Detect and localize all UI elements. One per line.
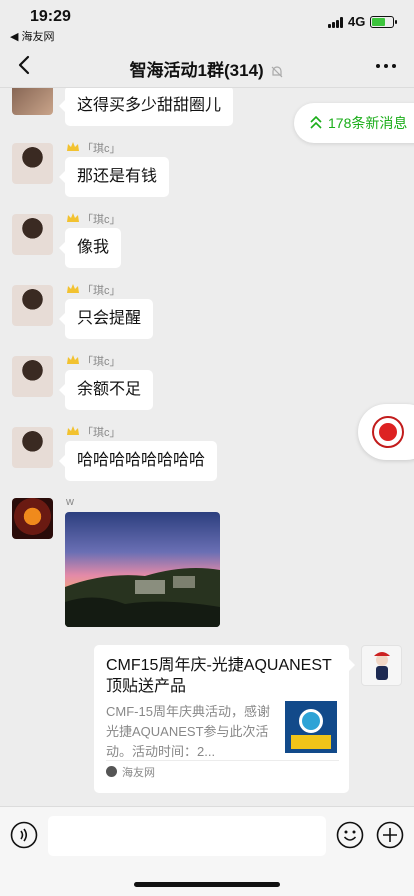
message-bubble[interactable]: 哈哈哈哈哈哈哈哈	[58, 441, 218, 481]
sender-name: w	[66, 496, 74, 508]
chat-title-wrap: 智海活动1群(314)	[0, 56, 414, 81]
floating-app-button[interactable]	[358, 404, 414, 460]
avatar[interactable]	[12, 214, 53, 255]
sender-name: 「琪c」	[66, 140, 121, 156]
link-card-description: CMF-15周年庆典活动，感谢光捷AQUANEST参与此次活动。活动时间：2..…	[106, 704, 270, 759]
photo-message[interactable]	[65, 512, 220, 627]
status-bar: 19:29 ◀ 海友网 4G	[0, 0, 414, 44]
link-card-thumbnail	[285, 701, 337, 753]
voice-icon[interactable]	[10, 821, 38, 849]
home-indicator[interactable]	[134, 882, 280, 887]
new-messages-pill[interactable]: 178条新消息	[294, 103, 414, 143]
network-type: 4G	[348, 14, 366, 29]
my-avatar[interactable]	[361, 645, 402, 686]
app-logo-icon	[372, 416, 404, 448]
avatar[interactable]	[12, 427, 53, 468]
link-card[interactable]: CMF15周年庆-光捷AQUANEST顶贴送产品 CMF-15周年庆典活动，感谢…	[94, 645, 355, 793]
crown-icon	[67, 213, 79, 222]
crown-icon	[67, 426, 79, 435]
message-bubble[interactable]: 像我	[58, 228, 122, 268]
more-dots-icon[interactable]	[374, 56, 398, 76]
message-bubble[interactable]: 那还是有钱	[58, 157, 170, 197]
sender-name: 「琪c」	[66, 211, 121, 227]
source-icon	[106, 766, 117, 777]
back-to-app-link[interactable]: ◀ 海友网	[10, 28, 55, 44]
crown-icon	[67, 142, 79, 151]
sender-name: 「琪c」	[66, 424, 121, 440]
crown-icon	[67, 284, 79, 293]
link-card-title: CMF15周年庆-光捷AQUANEST顶贴送产品	[106, 657, 332, 695]
double-chevron-up-icon	[310, 116, 322, 129]
chat-area[interactable]: 这得买多少甜甜圈儿 178条新消息 「琪c」 那还是有钱 「琪c」 像我 「琪c…	[0, 88, 414, 806]
plus-icon[interactable]	[376, 821, 404, 849]
crown-icon	[67, 355, 79, 364]
avatar[interactable]	[12, 356, 53, 397]
battery-icon	[370, 16, 397, 28]
signal-icon	[328, 17, 344, 28]
message-bubble[interactable]: 这得买多少甜甜圈儿	[58, 88, 234, 126]
message-bubble[interactable]: 余额不足	[58, 370, 154, 410]
link-card-source: 海友网	[106, 765, 155, 781]
avatar[interactable]	[12, 285, 53, 326]
chat-title: 智海活动1群(314)	[129, 61, 264, 80]
message-input[interactable]	[48, 816, 326, 856]
sender-name: 「琪c」	[66, 353, 121, 369]
avatar[interactable]	[12, 143, 53, 184]
status-time: 19:29	[30, 8, 71, 25]
sender-name: 「琪c」	[66, 282, 121, 298]
emoji-icon[interactable]	[336, 821, 364, 849]
avatar[interactable]	[12, 498, 53, 539]
avatar[interactable]	[12, 88, 53, 115]
divider	[106, 760, 339, 761]
chat-header: 智海活动1群(314)	[0, 44, 414, 88]
message-bubble[interactable]: 只会提醒	[58, 299, 154, 339]
new-messages-label: 178条新消息	[328, 115, 408, 131]
mute-bell-icon	[272, 65, 283, 77]
